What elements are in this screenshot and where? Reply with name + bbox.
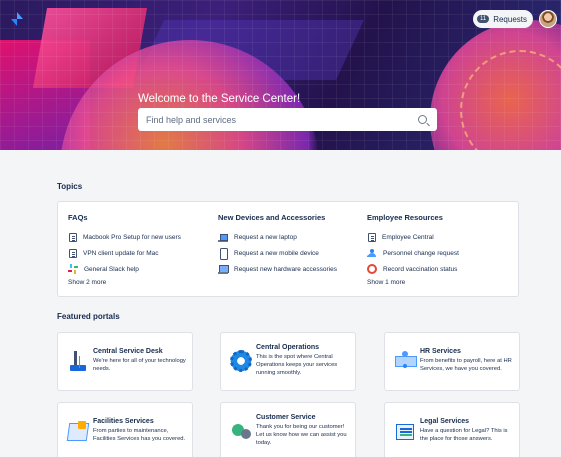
requests-button[interactable]: 11 Requests [472,10,533,28]
portal-description: From benefits to payroll, here at HR Ser… [420,358,512,372]
portal-title: Legal Services [420,418,470,425]
portal-title: Central Service Desk [93,348,163,355]
requests-label: Requests [493,14,527,24]
topic-link[interactable]: Personnel change request [367,245,517,261]
topic-link[interactable]: Request a new mobile device [218,245,368,261]
legal-doc-icon [393,419,417,443]
topic-column-faqs: FAQs Macbook Pro Setup for new users VPN… [68,213,218,286]
topic-column-heading: FAQs [68,213,88,222]
portal-title: HR Services [420,348,461,355]
document-icon [368,232,376,242]
topic-link[interactable]: VPN client update for Mac [68,245,218,261]
hero-banner: 11 Requests Welcome to the Service Cente… [0,0,561,150]
topic-link[interactable]: Employee Central [367,229,517,245]
record-icon [367,264,377,274]
topic-link-label: Employee Central [382,233,434,241]
topic-link-label: Request a new laptop [234,233,297,241]
requests-count-badge: 11 [476,15,490,23]
topic-link[interactable]: Record vaccination status [367,261,517,277]
featured-portals-heading: Featured portals [57,312,120,321]
topic-link-label: General Slack help [84,265,139,273]
people-icon [393,349,417,373]
search-icon[interactable] [418,115,427,124]
portal-card-legal-services[interactable]: Legal Services Have a question for Legal?… [384,402,520,457]
header-actions: 11 Requests [472,10,557,28]
portal-card-facilities-services[interactable]: Facilities Services From parties to maint… [57,402,193,457]
portal-description: Have a question for Legal? This is the p… [420,428,508,442]
portal-card-hr-services[interactable]: HR Services From benefits to payroll, her… [384,332,520,391]
topics-heading: Topics [57,182,83,191]
topic-link-label: VPN client update for Mac [83,249,159,257]
portal-description: This is the spot where Central Operation… [256,354,338,376]
portal-title: Facilities Services [93,418,154,425]
phone-icon [218,248,228,260]
avatar[interactable] [539,10,557,28]
topic-link-label: Request new hardware accessories [234,265,337,273]
search-placeholder: Find help and services [146,114,237,125]
gear-icon [229,349,253,373]
portal-card-central-operations[interactable]: Central Operations This is the spot where… [220,332,356,391]
portal-description: We're here for all of your technology ne… [93,358,186,372]
document-icon [69,232,77,242]
show-more-link[interactable]: Show 1 more [367,279,517,286]
logo-icon[interactable] [10,12,24,26]
portal-card-central-service-desk[interactable]: Central Service Desk We're here for all o… [57,332,193,391]
portal-description: From parties to maintenance, Facilities … [93,428,186,442]
topic-link-label: Record vaccination status [383,265,458,273]
topic-column-heading: Employee Resources [367,213,443,222]
search-input[interactable]: Find help and services [138,108,437,131]
hardware-icon [218,264,229,274]
person-icon [367,248,377,258]
topic-column-devices: New Devices and Accessories Request a ne… [218,213,368,277]
topic-link[interactable]: Request new hardware accessories [218,261,368,277]
portal-title: Central Operations [256,344,320,351]
topic-column-heading: New Devices and Accessories [218,213,326,222]
topic-link[interactable]: Request a new laptop [218,229,368,245]
slack-icon [68,264,78,274]
topics-card: FAQs Macbook Pro Setup for new users VPN… [57,201,519,297]
portal-description: Thank you for being our customer! Let us… [256,424,347,446]
topic-link-label: Personnel change request [383,249,459,257]
topic-link-label: Macbook Pro Setup for new users [83,233,181,241]
laptop-icon [218,232,228,242]
portal-card-customer-service[interactable]: Customer Service Thank you for being our … [220,402,356,457]
show-more-link[interactable]: Show 2 more [68,279,218,286]
topic-column-employee: Employee Resources Employee Central Pers… [367,213,517,286]
portal-title: Customer Service [256,414,316,421]
topic-link[interactable]: General Slack help [68,261,218,277]
topic-link[interactable]: Macbook Pro Setup for new users [68,229,218,245]
topic-link-label: Request a new mobile device [234,249,319,257]
chat-icon [229,419,253,443]
building-icon [66,419,90,443]
desk-icon [66,349,90,373]
page-title: Welcome to the Service Center! [138,93,301,105]
document-icon [69,248,77,258]
